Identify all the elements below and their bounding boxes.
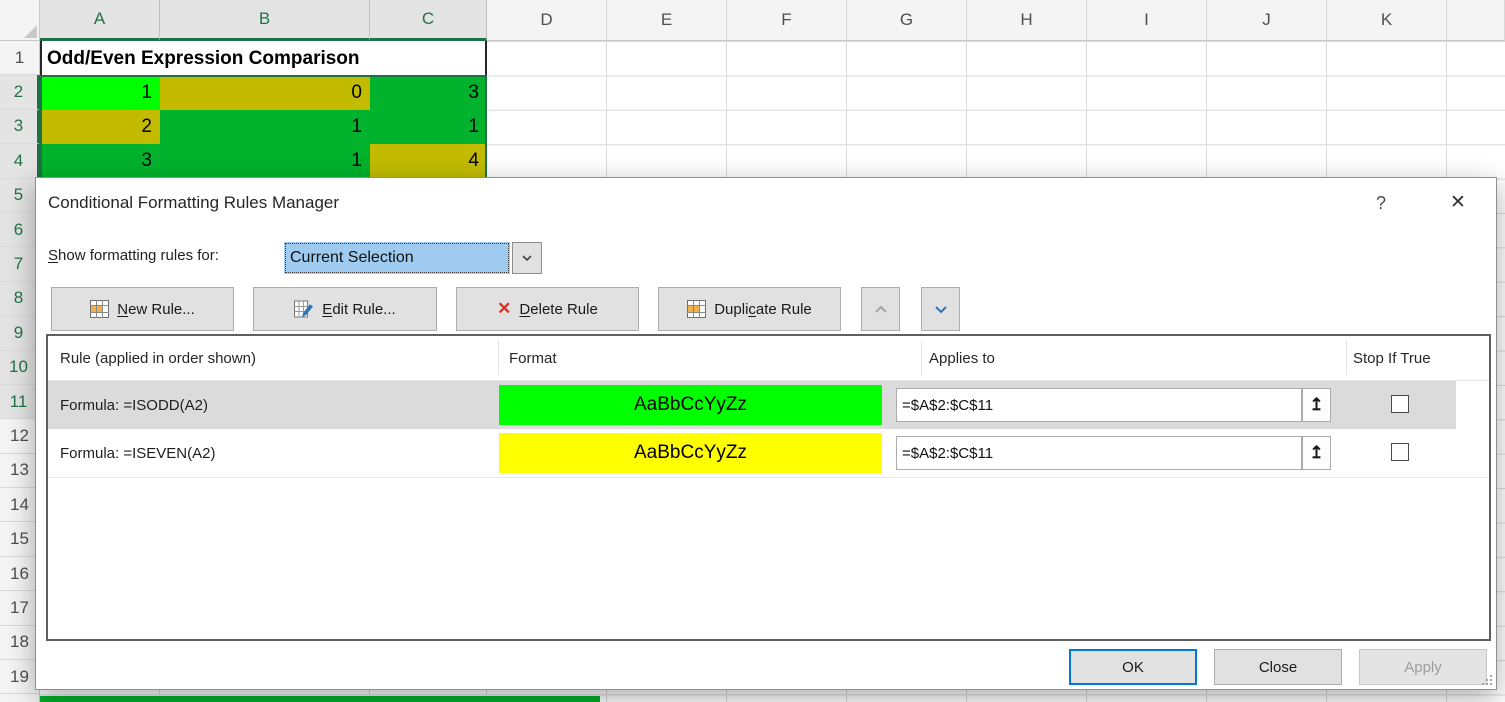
applies-to-column-header: Applies to <box>929 336 995 380</box>
chevron-up-icon <box>874 305 888 314</box>
delete-x-icon: ✕ <box>497 299 511 319</box>
col-header-F[interactable]: F <box>727 0 847 41</box>
col-header-C[interactable]: C <box>370 0 487 41</box>
format-preview-swatch: AaBbCcYyZz <box>499 433 882 473</box>
col-header-E[interactable]: E <box>607 0 727 41</box>
resize-grip[interactable] <box>1481 674 1493 686</box>
col-header-G[interactable]: G <box>847 0 967 41</box>
col-header-H[interactable]: H <box>967 0 1087 41</box>
row-header-19[interactable]: 19 <box>0 660 40 694</box>
ok-button[interactable]: OK <box>1069 649 1197 685</box>
dialog-title: Conditional Formatting Rules Manager <box>48 193 339 213</box>
stop-if-true-checkbox[interactable] <box>1391 395 1409 413</box>
col-header-K[interactable]: K <box>1327 0 1447 41</box>
apply-button[interactable]: Apply <box>1359 649 1487 685</box>
move-rule-up-button[interactable] <box>861 287 900 331</box>
rules-list: Rule (applied in order shown) Format App… <box>46 334 1491 641</box>
new-rule-button[interactable]: New Rule... <box>51 287 234 331</box>
select-all-corner[interactable] <box>0 0 40 41</box>
row-header-18[interactable]: 18 <box>0 626 40 660</box>
show-formatting-rules-label: Show formatting rules for: <box>48 247 219 264</box>
row-header-17[interactable]: 17 <box>0 591 40 625</box>
row-headers: 1 2 3 4 5 6 7 8 9 10 11 12 13 14 15 16 1… <box>0 41 40 702</box>
col-header-I[interactable]: I <box>1087 0 1207 41</box>
col-header-D[interactable]: D <box>487 0 607 41</box>
col-header-J[interactable]: J <box>1207 0 1327 41</box>
chevron-down-icon <box>521 254 533 262</box>
row-header-10[interactable]: 10 <box>0 351 40 385</box>
scope-dropdown: Current Selection <box>284 242 542 274</box>
rule-row-iseven[interactable]: Formula: =ISEVEN(A2) AaBbCcYyZz =$A$2:$C… <box>48 429 1489 478</box>
duplicate-rule-button[interactable]: Duplicate Rule <box>658 287 841 331</box>
cell-A1-title[interactable]: Odd/Even Expression Comparison <box>40 41 487 76</box>
close-button[interactable]: Close <box>1214 649 1342 685</box>
close-icon[interactable]: ✕ <box>1444 188 1472 216</box>
row-20-partial-cells <box>40 696 600 702</box>
rule-description: Formula: =ISODD(A2) <box>60 381 208 429</box>
col-header-A[interactable]: A <box>40 0 160 41</box>
collapse-dialog-range-icon[interactable]: ↥ <box>1302 388 1331 422</box>
sheet-row-3: 2 1 1 <box>40 110 487 144</box>
cell-A3[interactable]: 2 <box>40 110 160 144</box>
row-header-7[interactable]: 7 <box>0 247 40 281</box>
cell-B3[interactable]: 1 <box>160 110 370 144</box>
cell-A4[interactable]: 3 <box>40 144 160 178</box>
column-headers: A B C D E F G H I J K <box>0 0 1505 41</box>
chevron-down-icon <box>934 305 948 314</box>
row-header-11[interactable]: 11 <box>0 385 40 419</box>
row-header-2[interactable]: 2 <box>0 75 40 109</box>
sheet-row-4: 3 1 4 <box>40 144 487 178</box>
scope-dropdown-value[interactable]: Current Selection <box>284 242 510 274</box>
row-header-15[interactable]: 15 <box>0 522 40 556</box>
sheet-row-2: 1 0 3 <box>40 75 487 109</box>
applies-to-input[interactable]: =$A$2:$C$11 <box>896 388 1302 422</box>
row-header-3[interactable]: 3 <box>0 110 40 144</box>
rule-column-header: Rule (applied in order shown) <box>60 336 256 380</box>
row-header-14[interactable]: 14 <box>0 488 40 522</box>
row-header-1[interactable]: 1 <box>0 41 40 75</box>
rule-row-isodd[interactable]: Formula: =ISODD(A2) AaBbCcYyZz =$A$2:$C$… <box>48 381 1489 429</box>
delete-rule-button[interactable]: ✕ Delete Rule <box>456 287 639 331</box>
help-icon[interactable]: ? <box>1368 190 1394 216</box>
rule-description: Formula: =ISEVEN(A2) <box>60 429 215 477</box>
applies-to-input[interactable]: =$A$2:$C$11 <box>896 436 1302 470</box>
row-header-13[interactable]: 13 <box>0 454 40 488</box>
conditional-formatting-rules-manager-dialog: Conditional Formatting Rules Manager ? ✕… <box>35 177 1497 690</box>
duplicate-rule-table-icon <box>687 300 706 318</box>
edit-rule-button[interactable]: Edit Rule... <box>253 287 437 331</box>
rules-list-header: Rule (applied in order shown) Format App… <box>48 336 1489 381</box>
format-column-header: Format <box>509 336 557 380</box>
collapse-dialog-range-icon[interactable]: ↥ <box>1302 436 1331 470</box>
row-header-20[interactable]: 20 <box>0 694 40 702</box>
stop-if-true-checkbox[interactable] <box>1391 443 1409 461</box>
row-header-6[interactable]: 6 <box>0 213 40 247</box>
scope-dropdown-arrow-button[interactable] <box>512 242 542 274</box>
edit-rule-pencil-icon <box>294 300 314 318</box>
cell-A2[interactable]: 1 <box>40 75 160 109</box>
col-header-filler <box>1447 0 1505 41</box>
row-header-5[interactable]: 5 <box>0 179 40 213</box>
col-header-B[interactable]: B <box>160 0 370 41</box>
move-rule-down-button[interactable] <box>921 287 960 331</box>
format-preview-swatch: AaBbCcYyZz <box>499 385 882 425</box>
cell-C2[interactable]: 3 <box>370 75 487 109</box>
row-header-9[interactable]: 9 <box>0 316 40 350</box>
cell-C4[interactable]: 4 <box>370 144 487 178</box>
row-header-8[interactable]: 8 <box>0 282 40 316</box>
cell-B4[interactable]: 1 <box>160 144 370 178</box>
row-header-16[interactable]: 16 <box>0 557 40 591</box>
row-header-4[interactable]: 4 <box>0 144 40 178</box>
cell-B2[interactable]: 0 <box>160 75 370 109</box>
new-rule-table-icon <box>90 300 109 318</box>
stop-if-true-column-header: Stop If True <box>1353 336 1431 380</box>
row-header-12[interactable]: 12 <box>0 419 40 453</box>
cell-C3[interactable]: 1 <box>370 110 487 144</box>
